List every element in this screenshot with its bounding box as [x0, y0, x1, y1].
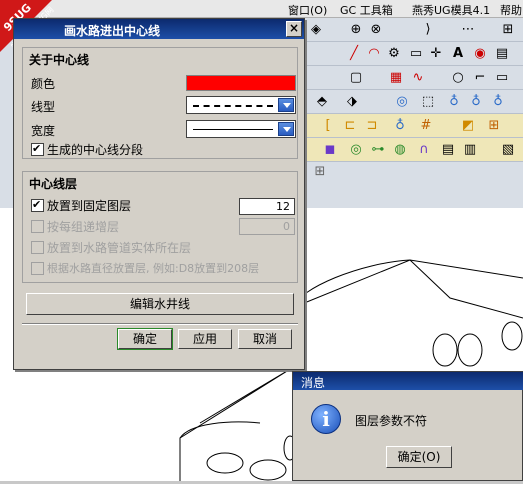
segment-checkbox-label: 生成的中心线分段 — [47, 143, 144, 157]
tool-icon[interactable]: ◼ — [322, 142, 338, 158]
rect-icon[interactable]: ▭ — [494, 70, 510, 86]
eye-icon[interactable]: ◎ — [394, 94, 410, 110]
tool-icon[interactable]: ⊗ — [368, 22, 384, 38]
dialog-title: 画水路进出中心线 — [64, 24, 161, 38]
tool-icon[interactable]: ▤ — [440, 142, 456, 158]
toolbar-row-3: ▢ ▦ ∿ ○ ⌐ ▭ — [300, 66, 523, 90]
grid-icon[interactable]: # — [418, 118, 434, 134]
line-icon[interactable]: ╱ — [346, 46, 362, 62]
color-picker[interactable] — [186, 75, 296, 91]
tool-icon[interactable]: ◍ — [392, 142, 408, 158]
tool-icon[interactable]: ⟩ — [420, 22, 436, 38]
tool-icon[interactable]: [ — [320, 118, 336, 134]
tool-icon[interactable]: ⌐ — [472, 70, 488, 86]
tool-icon[interactable]: ⊏ — [342, 118, 358, 134]
toolbar-row-6: ◼ ◎ ⊶ ◍ ∩ ▤ ▥ ▧ — [300, 138, 523, 162]
pipe-layer-checkbox[interactable] — [31, 241, 44, 254]
tool-icon[interactable]: ⊞ — [486, 118, 502, 134]
message-titlebar[interactable]: 消息 — [293, 372, 523, 390]
tool-icon[interactable]: ▦ — [388, 70, 404, 86]
info-icon: i — [311, 404, 341, 434]
menu-help[interactable]: 帮助 — [500, 2, 522, 18]
tool-icon[interactable]: ▤ — [494, 46, 510, 62]
ok-button[interactable]: 确定 — [117, 328, 173, 350]
close-button[interactable]: × — [286, 21, 302, 37]
tool-icon[interactable]: ⋯ — [460, 22, 476, 38]
tool-icon[interactable]: ⊶ — [370, 142, 386, 158]
group-centerline: 关于中心线 颜色 线型 宽度 生成的中心线分段 — [22, 47, 298, 159]
arc-icon[interactable]: ◠ — [366, 46, 382, 62]
fixed-layer-label: 放置到固定图层 — [47, 199, 132, 213]
increment-label: 按每组递增层 — [47, 220, 120, 234]
chevron-down-icon[interactable] — [278, 122, 294, 136]
tool-icon[interactable]: ∩ — [416, 142, 432, 158]
menu-yanxiu[interactable]: 燕秀UG模具4.1 — [412, 2, 490, 18]
curve-icon[interactable]: ∿ — [410, 70, 426, 86]
menu-gc-toolbox[interactable]: GC 工具箱 — [340, 2, 393, 18]
text-icon[interactable]: A — [450, 46, 466, 62]
pipe-layer-label: 放置到水路管道实体所在层 — [47, 241, 192, 255]
cube-icon[interactable]: ⊞ — [312, 164, 328, 180]
draw-centerline-dialog: 画水路进出中心线 × 关于中心线 颜色 线型 宽度 生成的中心线分段 中心线层 … — [13, 18, 305, 370]
group-title-centerline: 关于中心线 — [29, 53, 90, 67]
increment-checkbox[interactable] — [31, 220, 44, 233]
tool-icon[interactable]: ▧ — [500, 142, 516, 158]
width-select[interactable] — [186, 120, 296, 138]
menu-bar: 窗口(O) GC 工具箱 燕秀UG模具4.1 帮助 — [0, 0, 523, 18]
toolbar-row-4: ⬘ ⬗ ◎ ⬚ ♁ ♁ ♁ — [300, 90, 523, 114]
tool-icon[interactable]: ⊐ — [364, 118, 380, 134]
dialog-titlebar[interactable]: 画水路进出中心线 × — [14, 19, 304, 39]
group-centerline-layer: 中心线层 放置到固定图层 12 按每组递增层 0 放置到水路管道实体所在层 根据… — [22, 171, 298, 283]
tool-icon[interactable]: ♁ — [392, 118, 408, 134]
bulb-icon[interactable]: ♁ — [446, 94, 462, 110]
tool-icon[interactable]: ◉ — [472, 46, 488, 62]
increment-input[interactable]: 0 — [239, 218, 295, 235]
tool-icon[interactable]: ⊕ — [348, 22, 364, 38]
toolbar-row-5: [ ⊏ ⊐ ♁ # ◩ ⊞ — [300, 114, 523, 138]
chevron-down-icon[interactable] — [278, 98, 294, 112]
tool-icon[interactable]: ◩ — [460, 118, 476, 134]
diameter-layer-checkbox[interactable] — [31, 262, 44, 275]
color-label: 颜色 — [31, 77, 56, 91]
message-title: 消息 — [301, 376, 326, 390]
bulb-icon[interactable]: ♁ — [490, 94, 506, 110]
tool-icon[interactable]: ⬘ — [314, 94, 330, 110]
bulb-icon[interactable]: ♁ — [468, 94, 484, 110]
divider — [22, 323, 298, 325]
circle-icon[interactable]: ○ — [450, 70, 466, 86]
tool-icon[interactable]: ⊞ — [500, 22, 516, 38]
tool-icon[interactable]: ▢ — [348, 70, 364, 86]
edit-waterwell-button[interactable]: 编辑水井线 — [26, 293, 294, 315]
tool-icon[interactable]: ⚙ — [386, 46, 402, 62]
toolbar-row-7: ⊞ — [300, 162, 523, 182]
cancel-button[interactable]: 取消 — [238, 329, 292, 349]
tool-icon[interactable]: ⬚ — [420, 94, 436, 110]
tool-icon[interactable]: ⬗ — [344, 94, 360, 110]
dashed-line-preview — [193, 105, 273, 107]
tool-icon[interactable]: ▥ — [462, 142, 478, 158]
toolbar-row-1: ◈ ⊕ ⊗ ⟩ ⋯ ⊞ — [300, 18, 523, 42]
linetype-label: 线型 — [31, 100, 56, 114]
toolbar-row-2: ╱ ◠ ⚙ ▭ ✛ A ◉ ▤ — [300, 42, 523, 66]
diameter-layer-label: 根据水路直径放置层, 例如:D8放置到208层 — [47, 262, 260, 275]
tool-icon[interactable]: ◈ — [308, 22, 324, 38]
fixed-layer-input[interactable]: 12 — [239, 198, 295, 215]
rect-icon[interactable]: ▭ — [408, 46, 424, 62]
message-dialog: 消息 i 图层参数不符 确定(O) — [292, 371, 523, 481]
point-icon[interactable]: ✛ — [428, 46, 444, 62]
segment-checkbox[interactable] — [31, 142, 44, 156]
ring-icon[interactable]: ◎ — [348, 142, 364, 158]
group-title-layer: 中心线层 — [29, 177, 78, 191]
linetype-select[interactable] — [186, 96, 296, 114]
width-label: 宽度 — [31, 124, 56, 138]
message-text: 图层参数不符 — [355, 414, 428, 428]
fixed-layer-checkbox[interactable] — [31, 198, 44, 212]
message-ok-button[interactable]: 确定(O) — [386, 446, 452, 468]
solid-line-preview — [193, 129, 273, 130]
menu-window[interactable]: 窗口(O) — [288, 2, 327, 18]
apply-button[interactable]: 应用 — [178, 329, 232, 349]
